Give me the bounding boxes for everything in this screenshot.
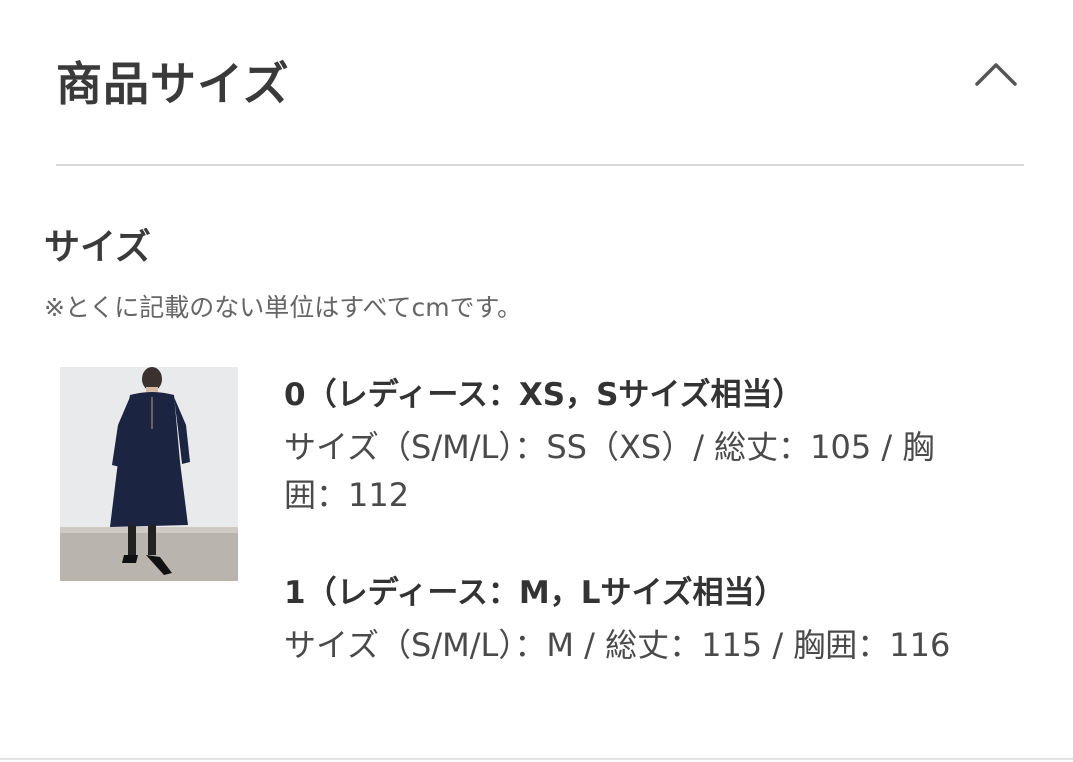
accordion-header[interactable]: 商品サイズ [56, 40, 1024, 130]
bottom-divider [0, 758, 1073, 760]
accordion-title: 商品サイズ [56, 57, 290, 111]
chevron-up-icon[interactable] [974, 58, 1018, 88]
section-title: サイズ [44, 227, 151, 268]
size-option-0: 0（レディース：XS，Sサイズ相当） サイズ（S/M/L）：SS（XS）/ 総丈… [284, 375, 1044, 519]
size-heading: 1（レディース：M，Lサイズ相当） [284, 575, 786, 611]
product-photo [60, 367, 238, 581]
size-detail: サイズ（S/M/L）：M / 総丈：115 / 胸囲：116 [284, 626, 951, 664]
size-option-1: 1（レディース：M，Lサイズ相当） サイズ（S/M/L）：M / 総丈：115 … [284, 573, 1044, 669]
size-heading: 0（レディース：XS，Sサイズ相当） [284, 377, 804, 413]
unit-note: ※とくに記載のない単位はすべてcmです。 [44, 293, 523, 322]
size-detail: サイズ（S/M/L）：SS（XS）/ 総丈：105 / 胸囲：112 [284, 428, 935, 514]
product-thumbnail [60, 367, 238, 581]
header-divider [56, 164, 1024, 166]
